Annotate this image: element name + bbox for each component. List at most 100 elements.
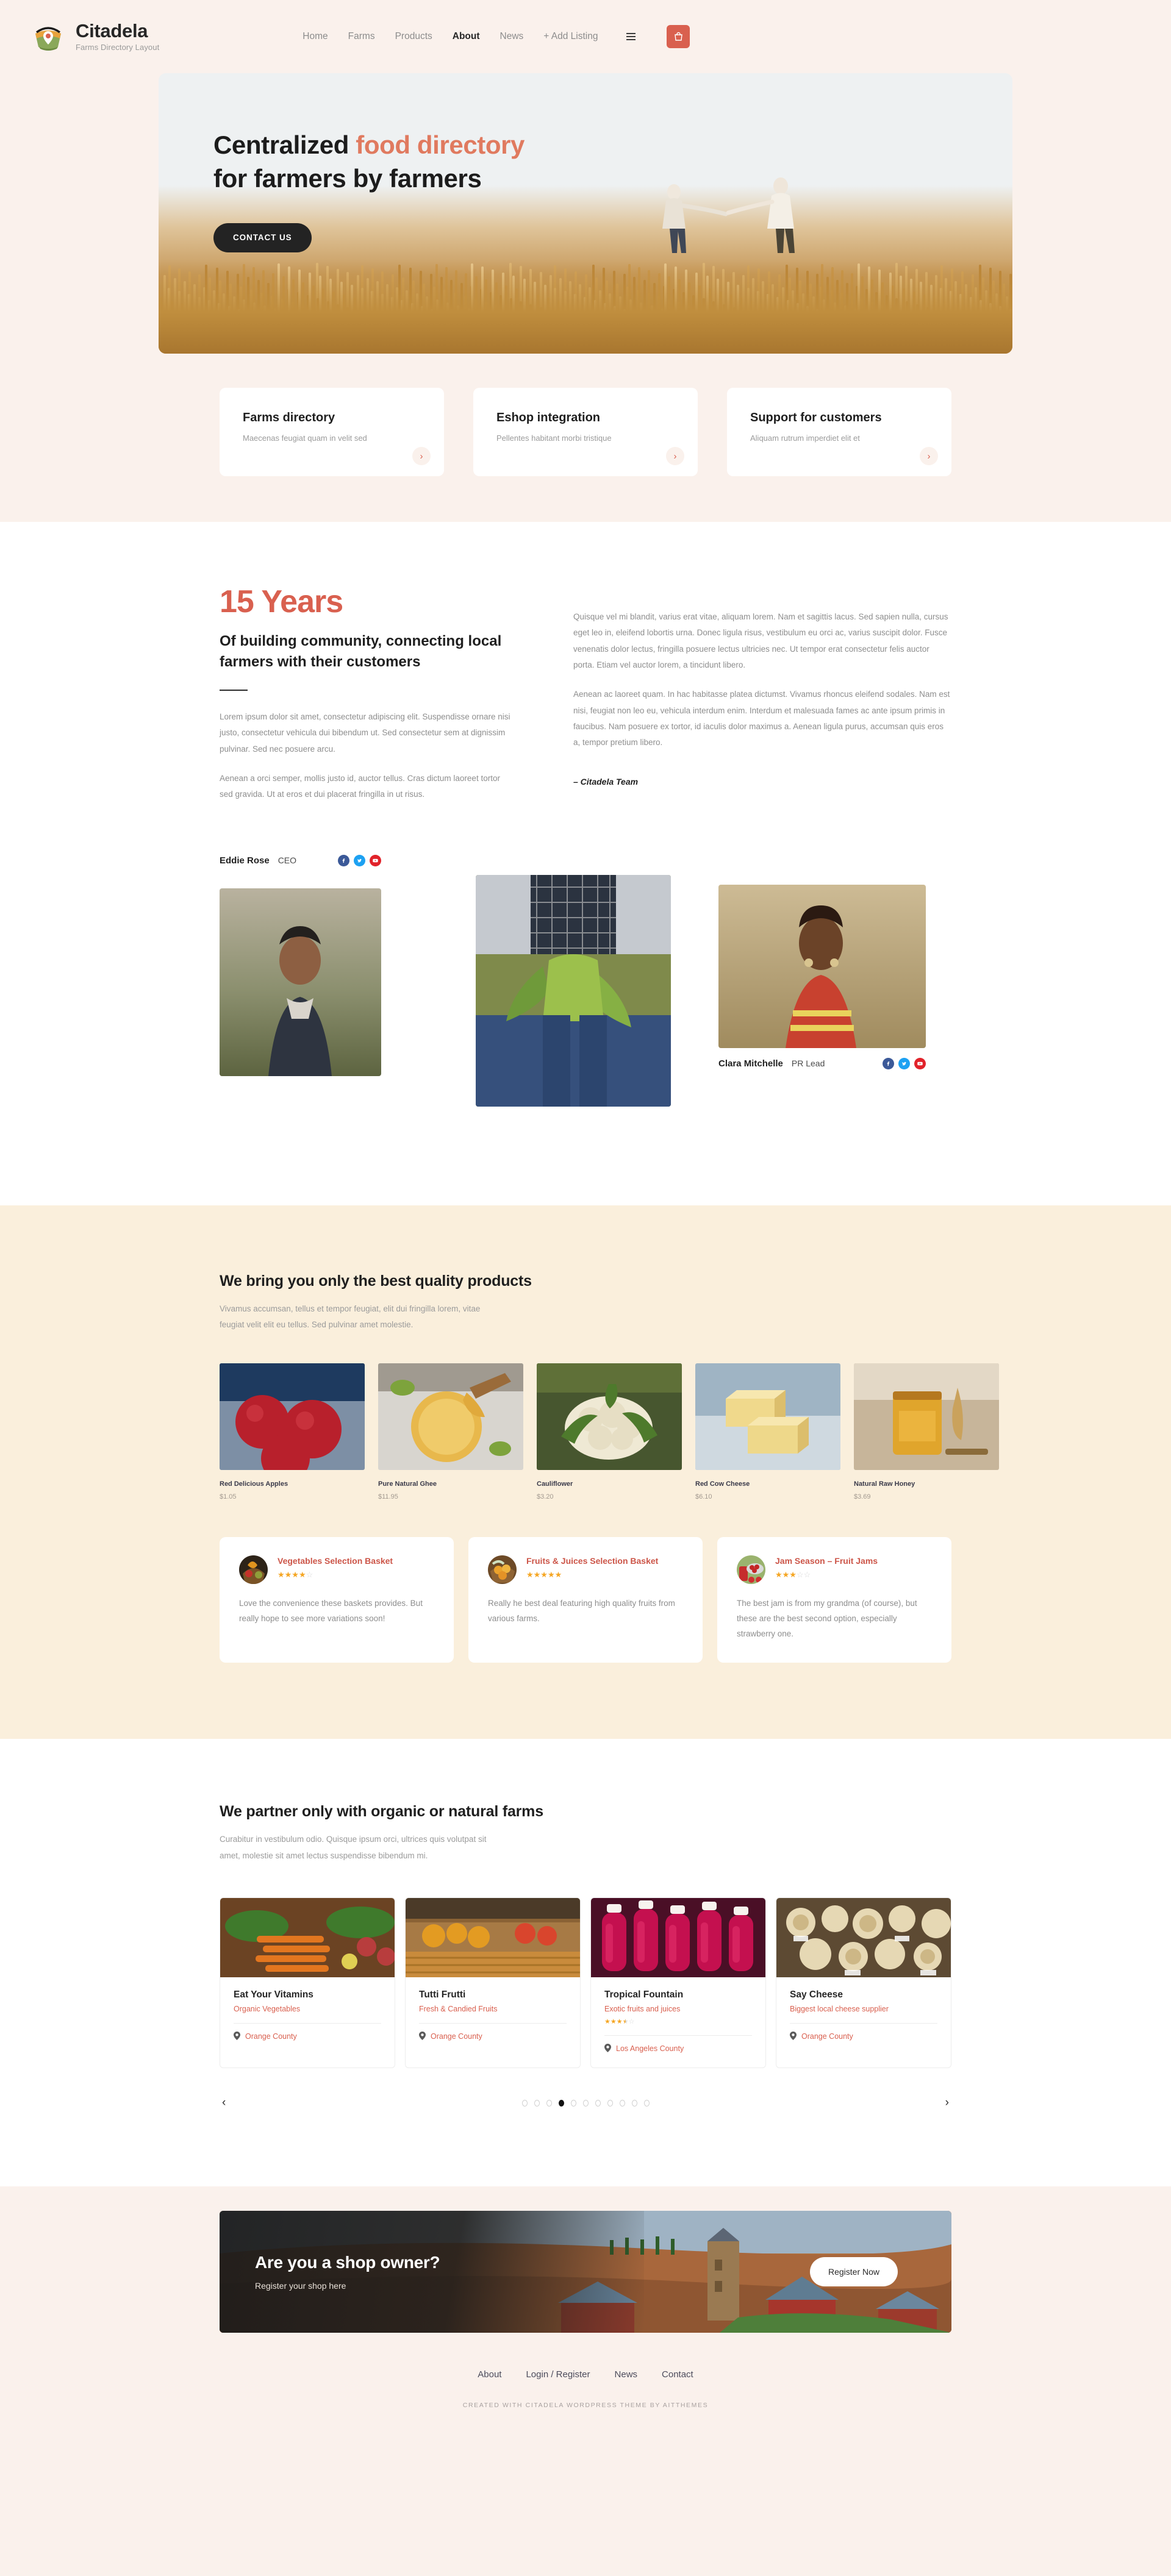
testimonial-title: Jam Season – Fruit Jams: [775, 1556, 878, 1566]
nav-item-news[interactable]: News: [500, 31, 524, 42]
carousel-dot[interactable]: [546, 2099, 552, 2107]
carousel-dot[interactable]: [595, 2099, 601, 2107]
farm-image: [220, 1897, 395, 1977]
chevron-right-icon[interactable]: ›: [945, 2096, 949, 2110]
testimonial-avatar: [737, 1555, 765, 1585]
feature-card-farms-directory[interactable]: Farms directory Maecenas feugiat quam in…: [220, 388, 444, 476]
nav-item-add-listing[interactable]: + Add Listing: [543, 31, 598, 42]
farms-section: We partner only with organic or natural …: [0, 1739, 1171, 2186]
hamburger-icon[interactable]: [626, 33, 636, 40]
brand-title: Citadela: [76, 20, 148, 41]
facebook-icon[interactable]: [883, 1057, 894, 1069]
feature-card-eshop-integration[interactable]: Eshop integration Pellentes habitant mor…: [473, 388, 698, 476]
youtube-icon[interactable]: [914, 1057, 926, 1069]
farm-location[interactable]: Orange County: [234, 2031, 381, 2042]
farm-image: [591, 1897, 765, 1977]
years-headline: 15 Years: [220, 584, 343, 619]
carousel-dot[interactable]: [558, 2099, 564, 2107]
product-card[interactable]: Red Delicious Apples $1.05: [220, 1363, 365, 1500]
product-image: [537, 1363, 682, 1471]
farm-location[interactable]: Los Angeles County: [604, 2043, 752, 2054]
farmer-harvest-photo: [476, 874, 671, 1107]
testimonial-card[interactable]: Fruits & Juices Selection Basket ★★★★★ Rea…: [468, 1537, 703, 1663]
farm-image: [406, 1897, 580, 1977]
carousel-dot[interactable]: [570, 2099, 576, 2107]
footer-link-login-register[interactable]: Login / Register: [526, 2369, 590, 2380]
farm-card[interactable]: Tropical Fountain Exotic fruits and juice…: [590, 1897, 766, 2068]
farms-heading: We partner only with organic or natural …: [220, 1803, 543, 1821]
product-name: Pure Natural Ghee: [378, 1480, 437, 1488]
testimonial-avatar: [488, 1555, 517, 1585]
product-name: Natural Raw Honey: [854, 1480, 915, 1488]
farm-card[interactable]: Eat Your Vitamins Organic Vegetables Orang…: [220, 1897, 395, 2068]
rating-stars: ★★★☆☆: [775, 1570, 811, 1580]
testimonial-card[interactable]: Vegetables Selection Basket ★★★★☆ Love the…: [220, 1537, 454, 1663]
products-section: We bring you only the best quality produ…: [0, 1205, 1171, 1739]
shopping-bag-icon[interactable]: [667, 25, 690, 48]
product-card[interactable]: Cauliflower $3.20: [537, 1363, 682, 1500]
hero-title-line1-plain: Centralized: [213, 130, 356, 159]
testimonial-avatar: [239, 1555, 268, 1585]
product-price: $3.69: [854, 1493, 871, 1501]
team-member-eddie-rose: Eddie Rose CEO: [220, 854, 381, 866]
carousel-dot[interactable]: [607, 2099, 613, 2107]
farm-location-label: Orange County: [431, 2032, 482, 2041]
facebook-icon[interactable]: [338, 854, 349, 866]
site-header: Citadela Farms Directory Layout Home Far…: [0, 0, 1171, 73]
product-name: Cauliflower: [537, 1480, 573, 1488]
team-member-name: Clara Mitchelle: [718, 1058, 783, 1069]
chevron-right-icon[interactable]: ›: [666, 447, 684, 465]
footer-link-news[interactable]: News: [615, 2369, 638, 2380]
hero-title-accent: food directory: [356, 130, 525, 159]
site-footer: About Login / Register News Contact CREA…: [0, 2332, 1171, 2437]
farm-location[interactable]: Orange County: [790, 2031, 937, 2042]
contact-us-button[interactable]: CONTACT US: [213, 223, 312, 252]
farm-card[interactable]: Tutti Frutti Fresh & Candied Fruits Orange…: [405, 1897, 581, 2068]
about-left-column: 15 Years Of building community, connecti…: [220, 586, 512, 803]
nav-item-about[interactable]: About: [453, 31, 480, 42]
carousel-dot[interactable]: [521, 2099, 528, 2107]
product-card[interactable]: Pure Natural Ghee $11.95: [378, 1363, 523, 1500]
twitter-icon[interactable]: [898, 1057, 910, 1069]
farm-location[interactable]: Orange County: [419, 2031, 567, 2042]
nav-item-home[interactable]: Home: [303, 31, 328, 42]
farm-location-label: Orange County: [801, 2032, 853, 2041]
cta-band: Are you a shop owner? Register your shop…: [0, 2186, 1171, 2333]
carousel-dot[interactable]: [534, 2099, 540, 2107]
footer-link-about[interactable]: About: [478, 2369, 501, 2380]
youtube-icon[interactable]: [370, 854, 381, 866]
product-card[interactable]: Red Cow Cheese $6.10: [695, 1363, 840, 1500]
register-now-button[interactable]: Register Now: [809, 2257, 898, 2286]
footer-credit: CREATED WITH CITADELA WORDPRESS THEME BY…: [462, 2401, 709, 2409]
testimonial-card[interactable]: Jam Season – Fruit Jams ★★★☆☆ The best jam…: [717, 1537, 951, 1663]
about-right-column: Quisque vel mi blandit, varius erat vita…: [573, 586, 951, 803]
product-image: [854, 1363, 999, 1471]
products-heading: We bring you only the best quality produ…: [220, 1272, 532, 1290]
carousel-dot[interactable]: [643, 2099, 650, 2107]
hero-title: Centralized food directory for farmers b…: [213, 128, 1012, 196]
farm-card[interactable]: Say Cheese Biggest local cheese supplier O…: [776, 1897, 951, 2068]
testimonial-body: The best jam is from my grandma (of cour…: [737, 1599, 917, 1639]
nav-item-farms[interactable]: Farms: [348, 31, 375, 42]
twitter-icon[interactable]: [354, 854, 365, 866]
about-signature: – Citadela Team: [573, 776, 639, 787]
team-photo-eddie-rose: [220, 888, 381, 1076]
carousel-dot[interactable]: [582, 2099, 589, 2107]
carousel-dot[interactable]: [619, 2099, 625, 2107]
brand-logo[interactable]: Citadela Farms Directory Layout: [30, 19, 159, 54]
chevron-left-icon[interactable]: ‹: [222, 2096, 226, 2110]
farm-image: [776, 1897, 951, 1977]
map-pin-icon: [790, 2031, 797, 2042]
feature-card-support-for-customers[interactable]: Support for customers Aliquam rutrum imp…: [727, 388, 951, 476]
chevron-right-icon[interactable]: ›: [412, 447, 431, 465]
product-image: [695, 1363, 840, 1471]
footer-navigation: About Login / Register News Contact: [0, 2369, 1171, 2380]
product-card[interactable]: Natural Raw Honey $3.69: [854, 1363, 999, 1500]
about-paragraph-2: Aenean a orci semper, mollis justo id, a…: [220, 774, 500, 799]
nav-item-products[interactable]: Products: [395, 31, 432, 42]
footer-link-contact[interactable]: Contact: [662, 2369, 693, 2380]
chevron-right-icon[interactable]: ›: [920, 447, 938, 465]
farm-card-list: Eat Your Vitamins Organic Vegetables Orang…: [220, 1897, 951, 2068]
divider: [419, 2022, 567, 2024]
carousel-dot[interactable]: [631, 2099, 637, 2107]
